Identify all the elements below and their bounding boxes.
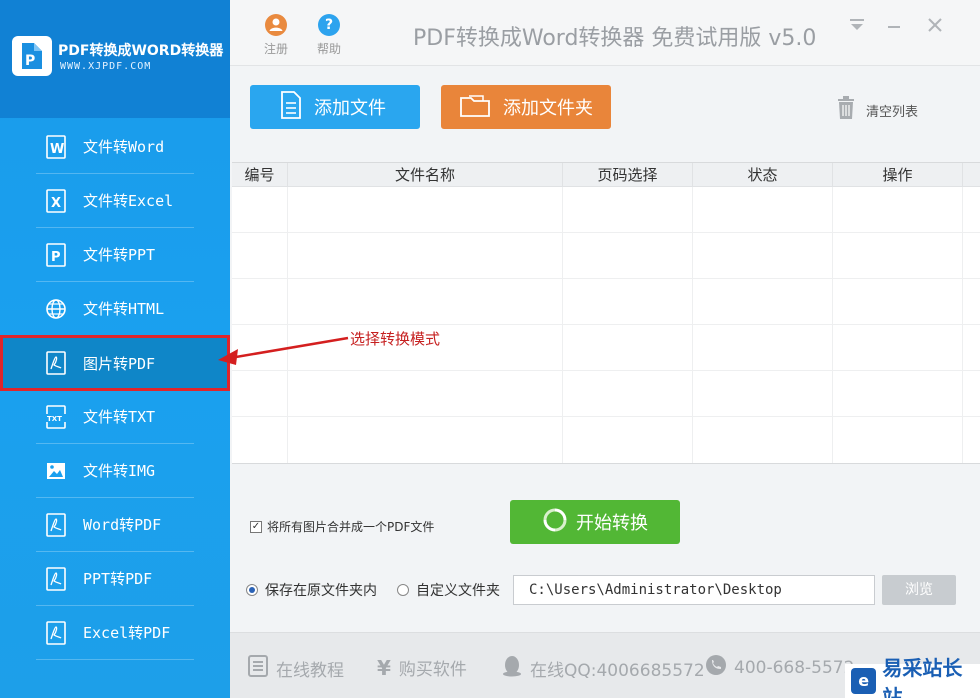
checkbox-checked-icon[interactable]: ✓: [250, 520, 262, 533]
custom-folder-label: 自定义文件夹: [416, 583, 500, 599]
save-original-label: 保存在原文件夹内: [265, 583, 377, 599]
phone-label: 400-668-5572: [734, 657, 855, 678]
online-tutorial-label: 在线教程: [276, 661, 344, 681]
annotation-text: 选择转换模式: [350, 330, 441, 348]
refresh-icon: [542, 507, 568, 538]
watermark-text: 易采站长站: [882, 656, 963, 698]
buy-software-link[interactable]: ¥ 购买软件: [377, 655, 467, 681]
output-path-field[interactable]: C:\Users\Administrator\Desktop: [513, 575, 875, 605]
watermark-logo-icon: e: [851, 668, 877, 694]
radio-selected-icon[interactable]: [246, 584, 258, 596]
save-original-radio[interactable]: 保存在原文件夹内: [246, 580, 377, 600]
start-convert-button[interactable]: 开始转换: [510, 500, 680, 544]
browse-button[interactable]: 浏览: [882, 575, 956, 605]
radio-unselected-icon[interactable]: [397, 584, 409, 596]
online-tutorial-link[interactable]: 在线教程: [248, 655, 344, 682]
document-icon: [248, 655, 268, 682]
merge-images-checkbox[interactable]: ✓ 将所有图片合并成一个PDF文件: [250, 518, 434, 535]
custom-folder-radio[interactable]: 自定义文件夹: [397, 580, 500, 600]
buy-software-label: 购买软件: [398, 660, 467, 680]
qq-icon: [502, 655, 522, 682]
online-qq-link[interactable]: 在线QQ:4006685572: [502, 655, 705, 682]
start-convert-label: 开始转换: [576, 513, 648, 534]
merge-images-label: 将所有图片合并成一个PDF文件: [267, 520, 435, 534]
site-watermark: e 易采站长站: [845, 656, 980, 698]
phone-icon: [706, 655, 726, 680]
online-qq-label: 在线QQ:4006685572: [530, 661, 705, 681]
phone-link[interactable]: 400-668-5572: [706, 655, 854, 680]
yen-icon: ¥: [377, 655, 391, 680]
